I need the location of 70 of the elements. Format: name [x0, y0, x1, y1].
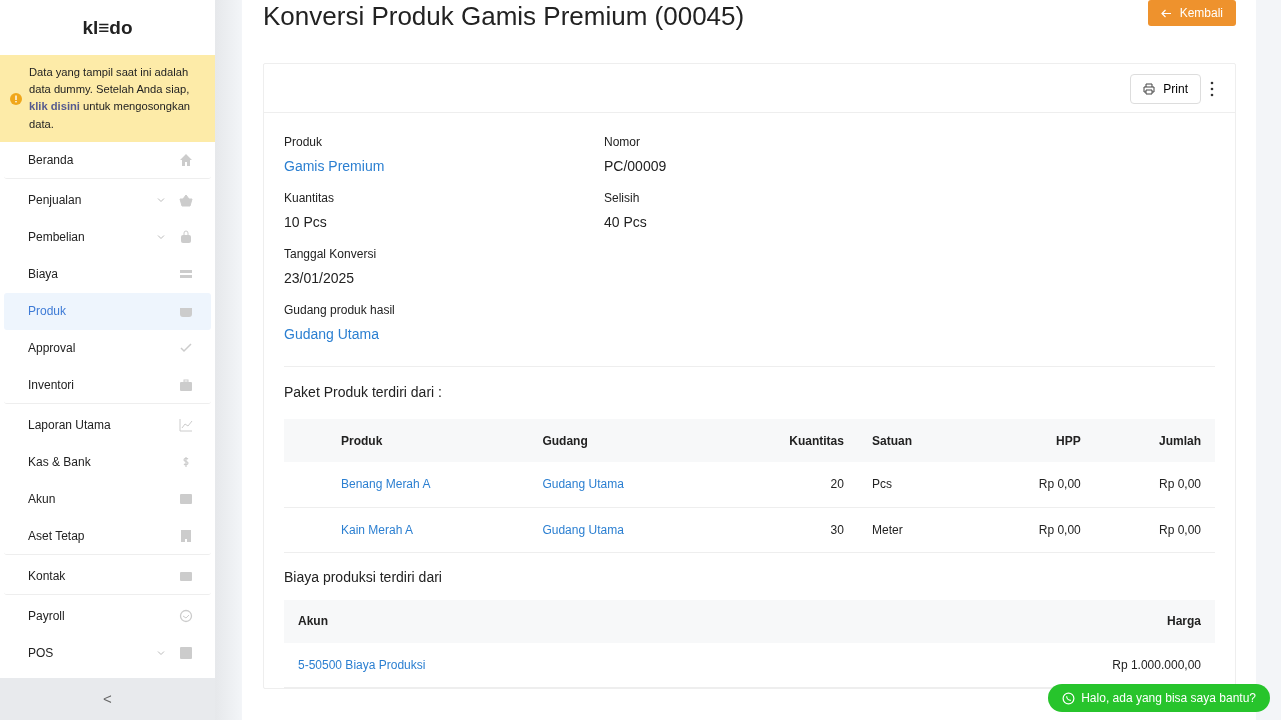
- table-cell: Rp 0,00: [1094, 507, 1215, 552]
- building-icon: [179, 528, 193, 543]
- briefcase-icon: [179, 377, 193, 392]
- column-header: HPP: [974, 419, 1095, 462]
- printer-icon: [1143, 83, 1156, 95]
- chart-icon: [179, 418, 193, 433]
- chevron-down-icon: [157, 649, 165, 658]
- column-header: Harga: [815, 599, 1215, 643]
- warning-icon: [10, 92, 22, 105]
- table-link[interactable]: Gudang Utama: [542, 477, 624, 492]
- field-value: PC/00009: [604, 157, 667, 176]
- section-heading: Paket Produk terdiri dari :: [284, 383, 443, 402]
- page-title: Konversi Produk Gamis Premium (00045): [263, 0, 745, 32]
- field-label: Produk: [284, 134, 324, 151]
- chevron-down-icon: [157, 196, 165, 205]
- arrow-left-icon: [1160, 8, 1172, 18]
- field-label: Selisih: [604, 190, 641, 207]
- table-cell: Rp 0,00: [974, 462, 1095, 507]
- table-link[interactable]: Benang Merah A: [341, 477, 431, 492]
- sidebar-item[interactable]: Approval: [4, 329, 211, 367]
- bag-icon: [179, 230, 193, 245]
- table-cell: Rp 0,00: [1094, 462, 1215, 507]
- table-link[interactable]: Gudang Utama: [542, 522, 624, 537]
- field-link[interactable]: Gamis Premium: [284, 156, 385, 177]
- field-label: Kuantitas: [284, 190, 336, 207]
- more-options-icon[interactable]: [1209, 81, 1215, 97]
- sidebar-item[interactable]: Inventori: [4, 366, 211, 404]
- column-header: Satuan: [857, 419, 975, 462]
- table-cell: 30: [716, 507, 858, 552]
- home-icon: [179, 152, 193, 167]
- column-header: Produk: [327, 419, 529, 462]
- logo: kl≡do: [81, 16, 134, 40]
- table-link[interactable]: Kain Merah A: [341, 522, 414, 537]
- column-header: Gudang: [528, 419, 717, 462]
- sidebar-item[interactable]: Beranda: [4, 141, 211, 179]
- field-value: 10 Pcs: [284, 213, 327, 232]
- field-value: 23/01/2025: [284, 269, 355, 288]
- basket-icon: [179, 193, 193, 208]
- section-heading: Biaya produksi terdiri dari: [284, 567, 443, 587]
- field-label: Tanggal Konversi: [284, 246, 378, 263]
- field-label: Nomor: [604, 134, 641, 151]
- sidebar-item[interactable]: Aset Tetap: [4, 517, 211, 555]
- sidebar-item[interactable]: Biaya: [4, 255, 211, 293]
- chat-icon: [1062, 691, 1076, 705]
- collapse-sidebar-button[interactable]: <: [0, 678, 215, 720]
- field-link[interactable]: Gudang Utama: [284, 324, 379, 345]
- notice-text: Data yang tampil saat ini adalah data dummy. Setelah Anda siap, klik disini untuk mengosongkan data.: [29, 65, 191, 130]
- sidebar-item[interactable]: Produk: [4, 292, 211, 330]
- column-header: Akun: [284, 599, 816, 643]
- field-label: Gudang produk hasil: [284, 302, 396, 319]
- clear-data-link[interactable]: klik disini: [29, 100, 80, 113]
- sidebar-item[interactable]: Laporan Utama: [4, 406, 211, 444]
- clock-icon: [179, 609, 193, 624]
- sidebar-item[interactable]: Payroll: [4, 597, 211, 635]
- sidebar-item[interactable]: Akun: [4, 480, 211, 518]
- table-cell: Pcs: [857, 462, 975, 507]
- table-cell: 20: [716, 462, 858, 507]
- sidebar-item[interactable]: POS: [4, 634, 211, 672]
- table-cell: Meter: [857, 507, 975, 552]
- table-link[interactable]: 5-50500 Biaya Produksi: [298, 657, 426, 672]
- chevron-down-icon: [157, 233, 165, 242]
- sidebar-item[interactable]: Pembelian: [4, 218, 211, 256]
- table-cell: Rp 0,00: [974, 507, 1095, 552]
- sidebar-item[interactable]: Kontak: [4, 557, 211, 595]
- sidebar-item[interactable]: Kas & Bank: [4, 443, 211, 481]
- sidebar-item[interactable]: Penjualan: [4, 181, 211, 219]
- field-value: 40 Pcs: [604, 213, 647, 232]
- column-header: Kuantitas: [716, 419, 858, 462]
- column-header: Jumlah: [1094, 419, 1215, 462]
- print-button[interactable]: Print: [1130, 74, 1201, 104]
